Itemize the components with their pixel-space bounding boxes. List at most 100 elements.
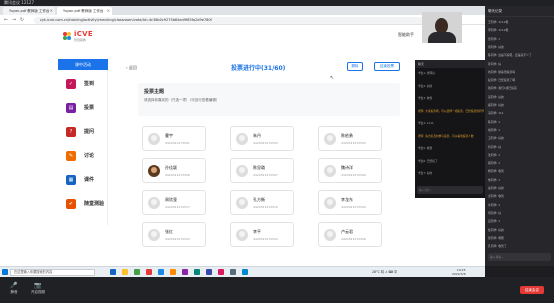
reload-icon[interactable]: ↻ bbox=[19, 17, 25, 23]
back-link[interactable]: ‹ 返回 bbox=[126, 65, 137, 71]
student-name: 陈依勇 bbox=[341, 133, 353, 138]
system-tray[interactable]: 28°C 晴 ∧ ⌨ 中 bbox=[372, 269, 397, 274]
student-card[interactable]: 魏诗洋 4424321272509 bbox=[318, 158, 382, 183]
avatar bbox=[324, 229, 336, 241]
student-card[interactable]: 陈显璐 4424321272507 bbox=[230, 158, 294, 183]
student-id: 4424321272519 bbox=[253, 205, 278, 209]
app-icon-9[interactable] bbox=[230, 269, 236, 275]
microphone-icon: 🎤 bbox=[10, 282, 18, 289]
panel-message: 尤同学: 收到 bbox=[488, 194, 504, 199]
app-icon-6[interactable] bbox=[194, 269, 200, 275]
app-icon-7[interactable] bbox=[206, 269, 212, 275]
end-meeting-button[interactable]: 结束会议 bbox=[520, 286, 544, 294]
student-card[interactable]: 陈依勇 4424321272505 bbox=[318, 126, 382, 151]
app-icon-3[interactable] bbox=[146, 269, 152, 275]
sidebar-item-question[interactable]: ? 提问 bbox=[58, 122, 108, 144]
windows-start-icon[interactable] bbox=[2, 269, 8, 275]
mute-button[interactable]: 🎤 静音 bbox=[4, 282, 24, 295]
app-icon-10[interactable] bbox=[242, 269, 248, 275]
app-icon-1[interactable] bbox=[110, 269, 116, 275]
activity-sidebar: 课中活动 ✓ 签到 ▤ 投票 ? 提问 ✎ 讨论 ▦ 课件 ✔ 随堂测验 bbox=[58, 59, 108, 225]
student-card[interactable]: 李平 4424321272524 bbox=[230, 222, 294, 247]
tab-label: Yuyan.pdf 教师版 工作台 bbox=[9, 9, 50, 13]
student-id: 4424321272507 bbox=[253, 173, 278, 177]
icve-logo[interactable]: iCVE 智慧职教 bbox=[62, 29, 102, 43]
avatar bbox=[324, 197, 336, 209]
chat-message: 学生1: 老师好 bbox=[418, 71, 435, 75]
end-vote-button[interactable]: 结束投票 bbox=[374, 62, 400, 71]
chat-message: 学生2: 好的 bbox=[418, 83, 433, 88]
windows-taskbar: 在这里输入你要搜索的内容 28°C 晴 ∧ ⌨ 中 10:25 2022/3/8 bbox=[0, 266, 485, 277]
sidebar-item-discussion[interactable]: ✎ 讨论 bbox=[58, 146, 108, 168]
webcam-video bbox=[422, 12, 462, 43]
back-arrow-icon[interactable]: ← bbox=[3, 17, 9, 23]
student-card[interactable]: 孙佳颖 4424321272508 bbox=[142, 158, 206, 183]
student-id: 4424321272503 bbox=[253, 141, 278, 145]
sidebar-header: 课中活动 bbox=[58, 59, 108, 70]
url-field[interactable]: zyk.icve.com.cn/training/activity/checki… bbox=[34, 16, 434, 24]
student-card[interactable]: 曹宇 4424321273501 bbox=[142, 126, 206, 151]
forward-arrow-icon[interactable]: → bbox=[11, 17, 17, 23]
panel-message: 孙同学: 好 bbox=[488, 61, 502, 66]
panel-message: 朱同学: 1 bbox=[488, 177, 501, 182]
quiz-icon: ✔ bbox=[66, 199, 76, 209]
app-icon-5[interactable] bbox=[182, 269, 188, 275]
panel-message: 王同学: 1111哦 bbox=[488, 20, 509, 24]
chat-message: 学生5: 收到 bbox=[418, 146, 433, 150]
panel-message: 秦同学: 好的 bbox=[488, 186, 504, 190]
student-card[interactable]: 孔方衡 4424321272519 bbox=[230, 190, 294, 215]
student-card[interactable]: 张红 4424321272522 bbox=[142, 222, 206, 247]
avatar bbox=[148, 229, 160, 241]
student-card[interactable]: 朱丹 4424321272503 bbox=[230, 126, 294, 151]
sidebar-item-label: 提问 bbox=[84, 129, 95, 135]
panel-message: 卫同学: 好的 bbox=[488, 136, 504, 141]
discussion-icon: ✎ bbox=[66, 151, 76, 161]
browser-tab-1[interactable]: Yuyan.pdf 教师版 工作台 × bbox=[3, 7, 55, 15]
folder-icon[interactable] bbox=[122, 269, 128, 275]
close-icon[interactable]: × bbox=[50, 7, 53, 15]
video-button[interactable]: 📷 开启视频 bbox=[28, 282, 48, 295]
taskbar-clock[interactable]: 10:25 2022/3/8 bbox=[452, 268, 465, 276]
panel-message: 韩同学: 1 bbox=[488, 161, 501, 166]
chat-input[interactable]: 输入消息... bbox=[417, 186, 483, 194]
sidebar-item-courseware[interactable]: ▦ 课件 bbox=[58, 170, 108, 192]
tab-label: Yuyan.pdf 教师版 工作台 bbox=[63, 9, 104, 13]
chat-message: 学生6: 已经投了 bbox=[418, 158, 438, 163]
brand-sub: 智慧职教 bbox=[74, 38, 87, 42]
panel-message: 吴同学: 好的 bbox=[488, 94, 504, 99]
person-body bbox=[428, 32, 456, 43]
page-title: 投票进行中(31/60) bbox=[231, 65, 286, 72]
sidebar-item-quiz[interactable]: ✔ 随堂测验 bbox=[58, 194, 108, 216]
panel-message: 赵同学: 已经投票了啊 bbox=[488, 78, 516, 83]
student-card[interactable]: 周欣笼 4424321272517 bbox=[142, 190, 206, 215]
app-icon-4[interactable] bbox=[170, 269, 176, 275]
panel-chat-input[interactable]: 输入消息... bbox=[488, 253, 551, 261]
student-name: 魏诗洋 bbox=[341, 165, 353, 170]
student-card[interactable]: 卢云君 4424321272526 bbox=[318, 222, 382, 247]
meeting-chat-panel: 聊天记录 王同学: 1111哦 李同学: 1111哦 张同学: 1 周同学: 好的 陈同… bbox=[485, 6, 554, 266]
tab-bar: Yuyan.pdf 教师版 工作台 × Yuyan.pdf 教师版 工作台 × bbox=[0, 6, 485, 15]
app-icon-2[interactable] bbox=[134, 269, 140, 275]
app-icon-8[interactable] bbox=[218, 269, 224, 275]
browser-tab-2[interactable]: Yuyan.pdf 教师版 工作台 × bbox=[57, 7, 112, 15]
panel-message: 施同学: 好的 bbox=[488, 227, 504, 232]
clock-date: 2022/3/8 bbox=[452, 272, 466, 276]
chat-header: 聊天 bbox=[415, 60, 485, 68]
panel-message: 孔同学: 收到了 bbox=[488, 244, 507, 249]
taskbar-search[interactable]: 在这里输入你要搜索的内容 bbox=[10, 269, 95, 276]
avatar bbox=[236, 229, 248, 241]
student-card[interactable]: 李龙东 4424321272520 bbox=[318, 190, 382, 215]
close-icon[interactable]: × bbox=[107, 7, 110, 15]
vote-panel: ‹ 返回 投票进行中(31/60) ↖ 删除 结束投票 投票主题 请选择你喜欢的… bbox=[116, 60, 406, 260]
back-label: 返回 bbox=[128, 65, 137, 70]
site-header: iCVE 智慧职教 智能助手 bbox=[0, 25, 485, 47]
sidebar-item-checkin[interactable]: ✓ 签到 bbox=[58, 74, 108, 96]
assistant-link[interactable]: 智能助手 bbox=[398, 32, 414, 38]
chat-message: 学生3: 收到 bbox=[418, 96, 433, 100]
panel-message: 许同学: 1 bbox=[488, 202, 501, 207]
delete-button[interactable]: 删除 bbox=[347, 62, 363, 71]
edge-icon[interactable] bbox=[158, 269, 164, 275]
sidebar-item-vote[interactable]: ▤ 投票 bbox=[58, 98, 108, 120]
avatar bbox=[148, 165, 160, 177]
panel-message: 吕同学: 1 bbox=[488, 219, 501, 224]
